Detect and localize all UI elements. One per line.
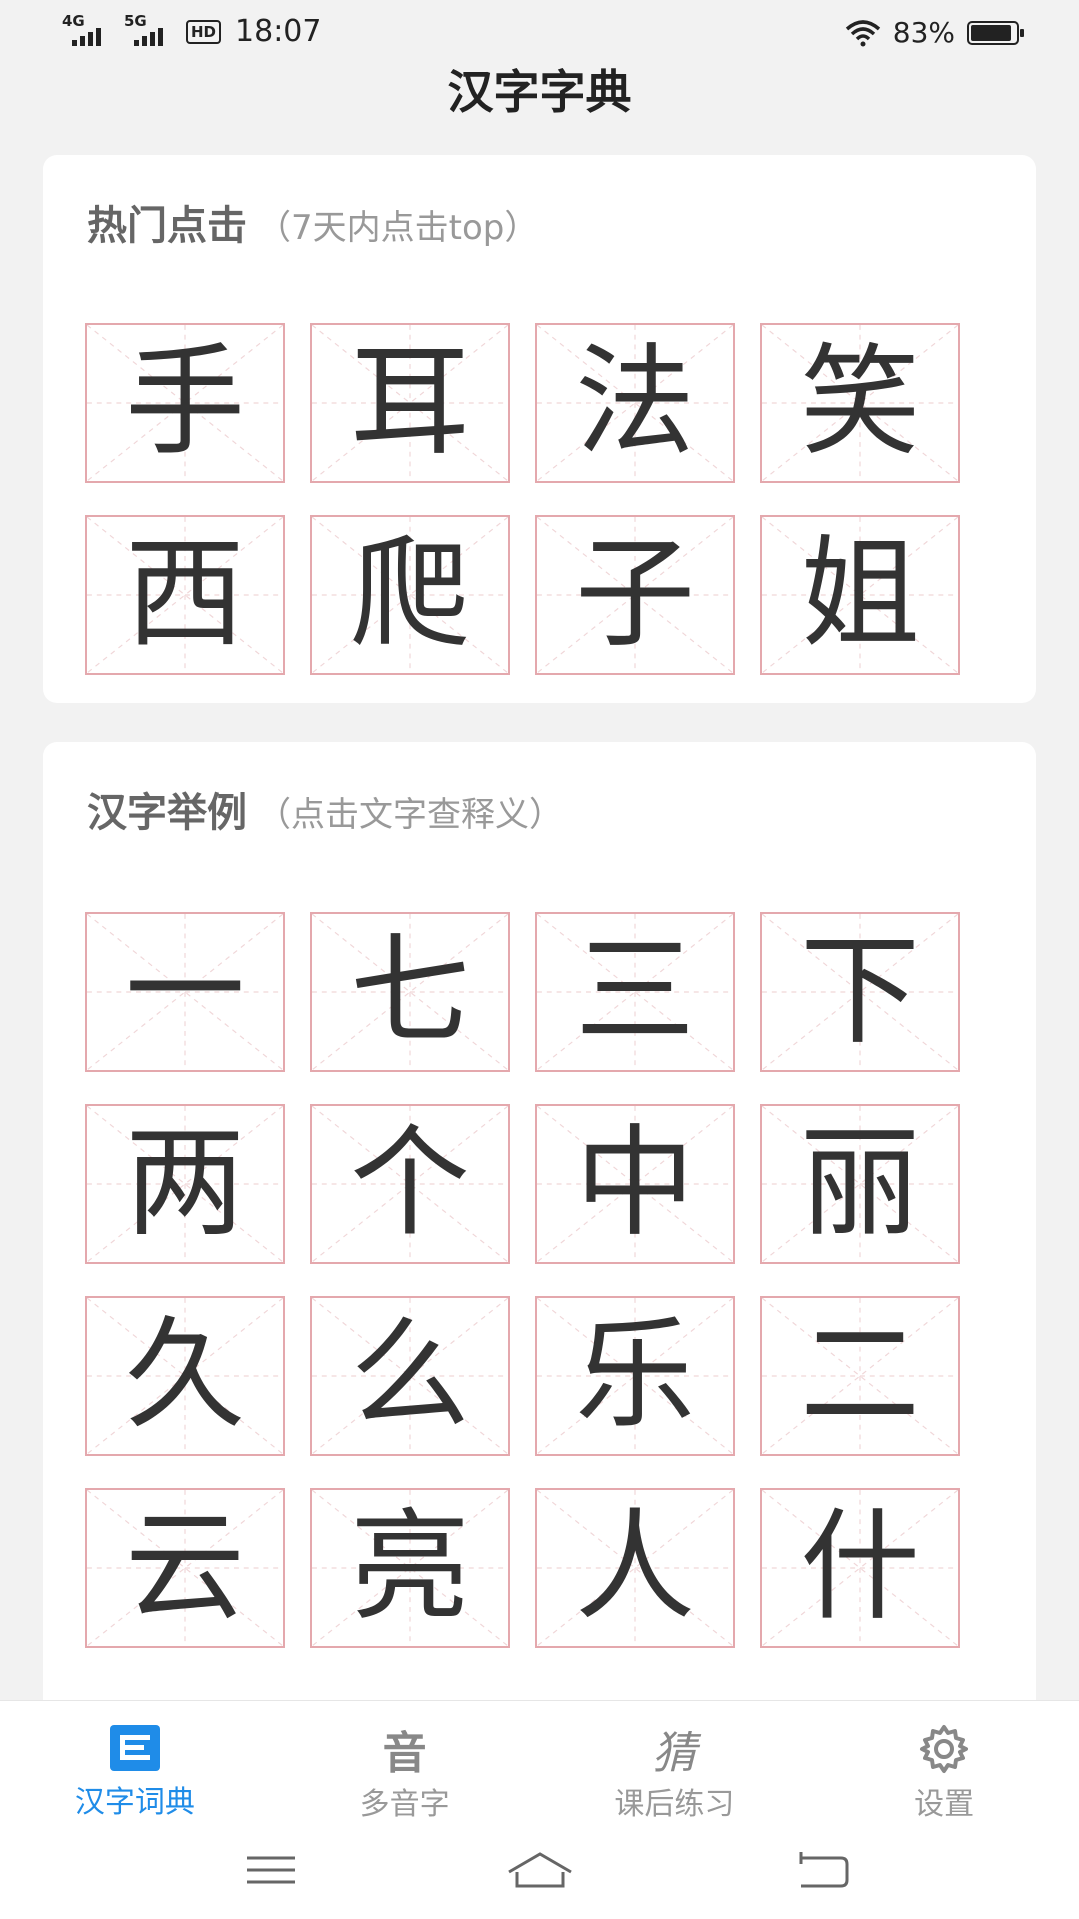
char-cell[interactable]: 乐: [535, 1296, 735, 1456]
char-text: 爬: [350, 525, 470, 664]
char-text: 手: [125, 333, 245, 472]
char-cell[interactable]: 耳: [310, 323, 510, 483]
system-nav-bar: [0, 1820, 1079, 1919]
char-cell[interactable]: 丽: [760, 1104, 960, 1264]
page-title: 汉字字典: [447, 65, 632, 119]
nav-item-polyphone[interactable]: 音 多音字: [270, 1701, 540, 1822]
char-text: 云: [125, 1498, 245, 1637]
menu-icon[interactable]: [236, 1848, 306, 1892]
hot-clicks-card: 热门点击 （7天内点击top） 手耳法笑西爬子姐: [43, 155, 1036, 703]
hd-voice-icon: HD: [186, 19, 222, 44]
wifi-icon: [845, 19, 880, 46]
char-cell[interactable]: 笑: [760, 323, 960, 483]
cai-char-icon: 猜: [652, 1728, 697, 1779]
nav-label-dictionary: 汉字词典: [74, 1785, 195, 1820]
char-text: 二: [800, 1306, 920, 1445]
char-text: 姐: [800, 525, 920, 664]
status-right: 83%: [845, 16, 1024, 49]
char-text: 西: [125, 525, 245, 664]
hot-clicks-subtitle: （7天内点击top）: [257, 208, 539, 248]
char-text: 人: [575, 1498, 695, 1637]
nav-item-dictionary[interactable]: 汉字词典: [0, 1701, 270, 1820]
char-text: 一: [125, 922, 245, 1061]
char-text: 丽: [800, 1114, 920, 1253]
char-cell[interactable]: 爬: [310, 515, 510, 675]
signal-5g-icon: 5G: [124, 12, 176, 46]
char-text: 什: [800, 1498, 920, 1637]
char-text: 久: [125, 1306, 245, 1445]
char-cell[interactable]: 人: [535, 1488, 735, 1648]
example-chars-grid: 一七三下两个中丽久么乐二云亮人什: [85, 912, 960, 1648]
dictionary-icon: [105, 1723, 165, 1773]
examples-subtitle: （点击文字查释义）: [257, 795, 563, 835]
char-text: 法: [575, 333, 695, 472]
home-icon[interactable]: [505, 1848, 575, 1892]
char-cell[interactable]: 亮: [310, 1488, 510, 1648]
char-cell[interactable]: 七: [310, 912, 510, 1072]
char-cell[interactable]: 姐: [760, 515, 960, 675]
hot-clicks-header: 热门点击 （7天内点击top）: [87, 193, 538, 251]
char-text: 下: [800, 922, 920, 1061]
hot-chars-grid: 手耳法笑西爬子姐: [85, 323, 960, 675]
nav-label-polyphone: 多音字: [359, 1787, 450, 1822]
char-text: 子: [575, 525, 695, 664]
char-text: 耳: [350, 333, 470, 472]
char-cell[interactable]: 个: [310, 1104, 510, 1264]
bottom-nav: 汉字词典 音 多音字 猜 课后练习 设置: [0, 1700, 1079, 1822]
char-text: 乐: [575, 1306, 695, 1445]
char-cell[interactable]: 什: [760, 1488, 960, 1648]
char-text: 个: [350, 1114, 470, 1253]
hot-clicks-title: 热门点击: [87, 203, 247, 249]
char-cell[interactable]: 二: [760, 1296, 960, 1456]
char-text: 三: [575, 922, 695, 1061]
char-text: 亮: [350, 1498, 470, 1637]
char-cell[interactable]: 一: [85, 912, 285, 1072]
char-text: 中: [575, 1114, 695, 1253]
signal-4g-icon: 4G: [62, 12, 114, 46]
char-cell[interactable]: 子: [535, 515, 735, 675]
examples-card: 汉字举例 （点击文字查释义） 一七三下两个中丽久么乐二云亮人什: [43, 742, 1036, 1742]
char-text: 笑: [800, 333, 920, 472]
char-cell[interactable]: 手: [85, 323, 285, 483]
nav-label-practice: 课后练习: [614, 1787, 735, 1822]
nav-label-settings: 设置: [914, 1787, 975, 1822]
char-text: 七: [350, 922, 470, 1061]
app-screen: 4G 5G HD 18:07 83% 汉字字典 热门点击 （7天内点击top） …: [0, 0, 1079, 1919]
char-cell[interactable]: 云: [85, 1488, 285, 1648]
char-cell[interactable]: 下: [760, 912, 960, 1072]
yin-char-icon: 音: [382, 1728, 427, 1779]
char-cell[interactable]: 两: [85, 1104, 285, 1264]
char-cell[interactable]: 三: [535, 912, 735, 1072]
char-cell[interactable]: 么: [310, 1296, 510, 1456]
char-cell[interactable]: 久: [85, 1296, 285, 1456]
gear-icon: [914, 1723, 974, 1775]
battery-percent: 83%: [892, 16, 955, 49]
status-time: 18:07: [235, 14, 322, 49]
examples-title: 汉字举例: [87, 790, 247, 836]
char-cell[interactable]: 中: [535, 1104, 735, 1264]
char-cell[interactable]: 法: [535, 323, 735, 483]
nav-item-practice[interactable]: 猜 课后练习: [540, 1701, 810, 1822]
char-text: 两: [125, 1114, 245, 1253]
examples-header: 汉字举例 （点击文字查释义）: [87, 780, 563, 838]
status-left: 4G 5G HD 18:07: [62, 12, 322, 50]
char-cell[interactable]: 西: [85, 515, 285, 675]
back-icon[interactable]: [788, 1848, 858, 1892]
char-text: 么: [350, 1306, 470, 1445]
nav-item-settings[interactable]: 设置: [809, 1701, 1079, 1822]
battery-icon: [967, 20, 1024, 45]
